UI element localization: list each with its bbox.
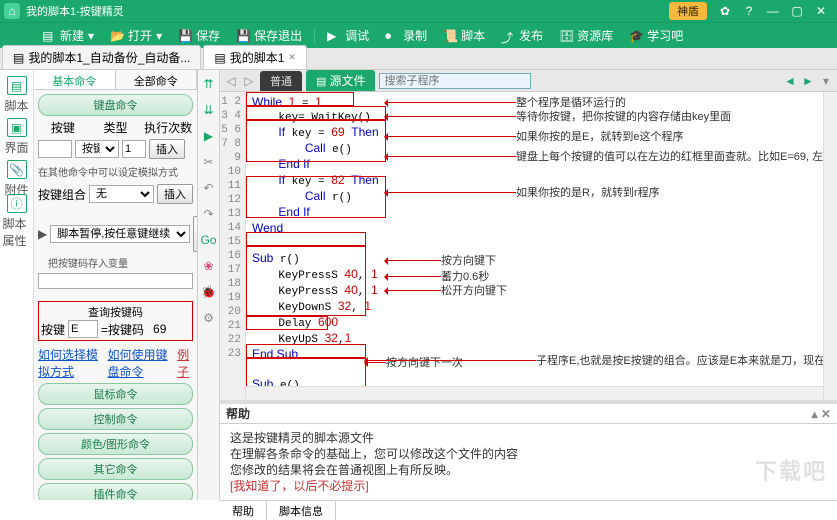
count-input[interactable]	[122, 140, 146, 158]
code-text[interactable]: While 1 = 1 key= WaitKey() If key = 69 T…	[246, 92, 837, 400]
var-input[interactable]	[38, 273, 193, 289]
other-cmd-button[interactable]: 其它命令	[38, 458, 193, 480]
debug-button[interactable]: ▶调试	[319, 23, 377, 48]
key-input[interactable]	[38, 140, 72, 158]
combo-select[interactable]: 无	[89, 185, 154, 203]
type-select[interactable]: 按键	[75, 140, 119, 158]
tab-basic-cmd[interactable]: 基本命令	[34, 70, 116, 89]
window-title: 我的脚本1-按键精灵	[26, 3, 669, 19]
titlebar: ⌂ 我的脚本1-按键精灵 神盾 ✿ ? — ▢ ✕	[0, 0, 837, 22]
file-tabbar: ▤我的脚本1_自动备份_自动备... ▤我的脚本1✕	[0, 48, 837, 70]
plugin-cmd-button[interactable]: 插件命令	[38, 483, 193, 500]
shield-badge: 神盾	[669, 2, 707, 20]
help-dismiss-link[interactable]: [我知道了，以后不必提示]	[230, 478, 827, 494]
keyboard-cmd-button[interactable]: 键盘命令	[38, 94, 193, 116]
minimize-button[interactable]: —	[761, 1, 785, 21]
insert-button-1[interactable]: 插入	[149, 139, 185, 159]
line-gutter: 1 2 3 4 5 6 7 8 9 10 11 12 13 14 15 16 1…	[220, 92, 246, 400]
help-tab-info[interactable]: 脚本信息	[267, 501, 336, 520]
help-line-1: 这是按键精灵的脚本源文件	[230, 430, 827, 446]
rail-script[interactable]: ▤脚本	[3, 76, 31, 114]
settings-icon[interactable]: ✿	[713, 1, 737, 21]
pause-select[interactable]: 脚本暂停,按任意键继续	[50, 225, 190, 243]
code-area[interactable]: 1 2 3 4 5 6 7 8 9 10 11 12 13 14 15 16 1…	[220, 92, 837, 400]
insert-button-3[interactable]: 插入	[193, 216, 197, 252]
mid-rail: ⇈ ⇊ ▶ ✂ ↶ ↷ Go ❀ 🐞 ⚙	[198, 70, 220, 500]
color-cmd-button[interactable]: 颜色/图形命令	[38, 433, 193, 455]
keycode-value: 69	[153, 322, 166, 336]
nav-left-icon[interactable]: ◄	[783, 74, 797, 88]
close-button[interactable]: ✕	[809, 1, 833, 21]
rail-attach[interactable]: 📎附件	[3, 160, 31, 198]
nav-right-icon[interactable]: ►	[801, 74, 815, 88]
script-button[interactable]: 📜脚本	[435, 23, 493, 48]
note-text: 在其他命令中可以设定模拟方式	[38, 164, 193, 179]
view-normal-tab[interactable]: 普通	[260, 71, 302, 91]
help-close-icon[interactable]: ▴ ✕	[812, 407, 831, 421]
prev-tab-icon[interactable]: ◁	[224, 74, 238, 88]
rail-props[interactable]: ⓘ脚本属性	[3, 202, 31, 240]
help-line-3: 您修改的结果将会在普通视图上有所反映。	[230, 462, 827, 478]
scrollbar-vertical[interactable]	[823, 92, 837, 400]
file-tab-backup[interactable]: ▤我的脚本1_自动备份_自动备...	[2, 45, 201, 69]
app-icon: ⌂	[4, 3, 20, 19]
view-source-tab[interactable]: ▤ 源文件	[306, 70, 375, 91]
bug-icon[interactable]: 🐞	[201, 284, 217, 300]
help-pane: 帮助 ▴ ✕ 这是按键精灵的脚本源文件 在理解各条命令的基础上，您可以修改这个文件…	[220, 400, 837, 500]
help-line-2: 在理解各条命令的基础上，您可以修改这个文件的内容	[230, 446, 827, 462]
file-tab-main[interactable]: ▤我的脚本1✕	[203, 45, 307, 69]
save-var-text: 把按键码存入变量	[38, 255, 193, 270]
expand-icon[interactable]: ▾	[819, 74, 833, 88]
editor-area: ◁ ▷ 普通 ▤ 源文件 ◄ ► ▾ 1 2 3 4 5 6 7 8 9 10 …	[220, 70, 837, 500]
learn-button[interactable]: 🎓学习吧	[621, 23, 691, 48]
key-header-row: 按键类型执行次数	[38, 119, 193, 136]
link-sim-mode[interactable]: 如何选择模拟方式	[38, 346, 102, 380]
gear-icon[interactable]: ⚙	[201, 310, 217, 326]
publish-button[interactable]: ⤴发布	[493, 23, 551, 48]
undo-icon[interactable]: ↶	[201, 180, 217, 196]
rail-ui[interactable]: ▣界面	[3, 118, 31, 156]
palette-icon[interactable]: ❀	[201, 258, 217, 274]
link-keyboard[interactable]: 如何使用键盘命令	[108, 346, 172, 380]
record-button[interactable]: ⏺录制	[377, 23, 435, 48]
nav-icon-2[interactable]: ⇊	[201, 102, 217, 118]
nav-icon-1[interactable]: ⇈	[201, 76, 217, 92]
insert-button-2[interactable]: 插入	[157, 184, 193, 204]
go-icon[interactable]: Go	[201, 232, 217, 248]
lookup-title: 查询按键码	[41, 304, 190, 320]
redo-icon[interactable]: ↷	[201, 206, 217, 222]
mouse-cmd-button[interactable]: 鼠标命令	[38, 383, 193, 405]
help-tab-help[interactable]: 帮助	[220, 501, 267, 520]
lookup-key-input[interactable]	[68, 320, 98, 338]
next-tab-icon[interactable]: ▷	[242, 74, 256, 88]
resource-button[interactable]: 🗄资源库	[551, 23, 621, 48]
search-sub-input[interactable]	[379, 73, 531, 89]
bookmark-icon[interactable]: ✂	[201, 154, 217, 170]
help-title: 帮助	[226, 405, 250, 422]
maximize-button[interactable]: ▢	[785, 1, 809, 21]
tab-all-cmd[interactable]: 全部命令	[116, 70, 198, 89]
scrollbar-horizontal[interactable]	[246, 386, 823, 400]
link-example[interactable]: 例子	[177, 346, 193, 380]
help-icon[interactable]: ?	[737, 1, 761, 21]
run-icon[interactable]: ▶	[201, 128, 217, 144]
left-rail: ▤脚本 ▣界面 📎附件 ⓘ脚本属性	[0, 70, 34, 500]
command-panel: 基本命令 全部命令 键盘命令 按键类型执行次数 按键 插入 在其他命令中可以设定…	[34, 70, 198, 500]
close-icon[interactable]: ✕	[288, 52, 296, 63]
control-cmd-button[interactable]: 控制命令	[38, 408, 193, 430]
